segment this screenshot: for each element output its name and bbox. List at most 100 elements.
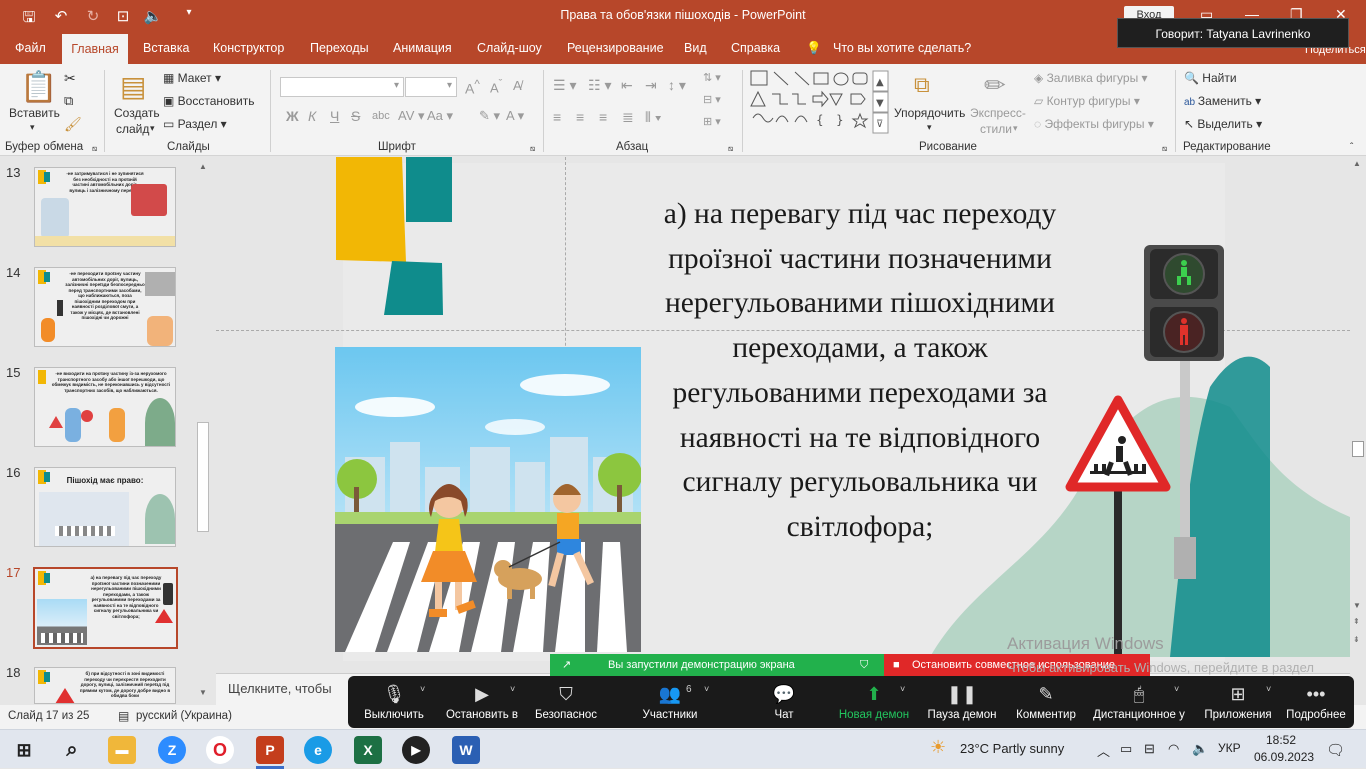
shape-outline-button[interactable]: ▱ Контур фигуры ▾ <box>1034 94 1140 108</box>
opera-icon[interactable]: O <box>206 736 234 764</box>
paragraph-launcher-icon[interactable]: ⧅ <box>728 144 733 154</box>
shapes-gallery[interactable]: { } ▲ ▼ ⊽ <box>750 70 890 134</box>
change-case-button[interactable]: Aa ▾ <box>427 108 453 124</box>
security-button[interactable]: ⛉ Безопаснос <box>530 676 602 728</box>
tab-review[interactable]: Рецензирование <box>567 41 664 55</box>
slide-thumbnail-15[interactable]: -не виходити на проїзну частину із-за не… <box>34 367 176 447</box>
remote-control-button[interactable]: 🖱 ˅ Дистанционное у <box>1090 676 1188 728</box>
shape-effects-button[interactable]: ◌ Эффекты фигуры ▾ <box>1034 117 1154 131</box>
drawing-launcher-icon[interactable]: ⧅ <box>1162 144 1167 154</box>
slide-thumbnail-18[interactable]: б) при відсутності в зоні видимості пере… <box>34 667 176 704</box>
increase-font-icon[interactable]: A^ <box>465 78 480 97</box>
font-name-combo[interactable]: ▾ <box>280 77 404 97</box>
replace-button[interactable]: ab Заменить ▾ <box>1184 94 1261 108</box>
align-text-icon[interactable]: ⊟ ▾ <box>703 93 721 106</box>
paste-icon[interactable]: 📋 <box>20 70 57 105</box>
bold-button[interactable]: Ж <box>286 108 299 124</box>
quick-styles-button[interactable]: Экспресс- <box>970 106 1026 120</box>
keyboard-language[interactable]: УКР <box>1218 741 1241 755</box>
slide-thumbnail-13[interactable]: -не затримуватися і не зупинятися без не… <box>34 167 176 247</box>
mute-button[interactable]: 🎙 ˅ Выключить <box>354 676 434 728</box>
slide-thumbnail-14[interactable]: -не переходити проїзну частину автомобіл… <box>34 267 176 347</box>
cut-icon[interactable]: ✂ <box>64 70 76 87</box>
reset-button[interactable]: ▣ Восстановить <box>163 94 255 108</box>
layout-button[interactable]: ▦ Макет ▾ <box>163 71 221 85</box>
more-button[interactable]: ••• Подробнее <box>1282 676 1350 728</box>
annotate-button[interactable]: ✎ Комментир <box>1008 676 1084 728</box>
slide-scrollbar[interactable]: ▲ ▼ ⇞ ⇟ <box>1350 157 1366 673</box>
indent-icon[interactable]: ⇥ <box>645 77 657 94</box>
chat-button[interactable]: 💬 Чат <box>754 676 814 728</box>
numbering-icon[interactable]: ☷ ▾ <box>588 77 611 94</box>
arrange-dropdown-icon[interactable]: ▾ <box>927 122 932 133</box>
tab-design[interactable]: Конструктор <box>213 41 284 55</box>
paste-dropdown-icon[interactable]: ▾ <box>30 122 35 133</box>
tab-slideshow[interactable]: Слайд-шоу <box>477 41 542 55</box>
pause-share-button[interactable]: ❚❚ Пауза демон <box>924 676 1000 728</box>
font-size-combo[interactable]: ▾ <box>405 77 457 97</box>
collapse-ribbon-icon[interactable]: ˆ <box>1350 142 1353 153</box>
char-spacing-icon[interactable]: abc <box>372 110 390 122</box>
tab-animations[interactable]: Анимация <box>393 41 452 55</box>
arrange-icon[interactable]: ⧉ <box>914 72 930 98</box>
spacing-icon[interactable]: AV ▾ <box>398 108 425 124</box>
new-slide-button[interactable]: Создать <box>114 106 160 120</box>
new-slide-icon[interactable]: ▤ <box>120 70 146 103</box>
smartart-icon[interactable]: ⊞ ▾ <box>703 115 721 128</box>
select-button[interactable]: ↖ Выделить ▾ <box>1184 117 1262 131</box>
zoom-app-icon[interactable]: Z <box>158 736 186 764</box>
clear-format-icon[interactable]: A̸ <box>513 78 522 93</box>
start-icon[interactable]: ⊞ <box>10 736 38 764</box>
clipboard-launcher-icon[interactable]: ⧅ <box>92 144 97 154</box>
tell-me-search[interactable]: Что вы хотите сделать? <box>833 41 971 55</box>
new-slide-button-2[interactable]: слайд <box>116 122 149 136</box>
tab-transitions[interactable]: Переходы <box>310 41 369 55</box>
decrease-font-icon[interactable]: Aˇ <box>490 78 502 95</box>
weather-text[interactable]: 23°C Partly sunny <box>960 741 1064 756</box>
find-button[interactable]: 🔍 Найти <box>1184 71 1237 85</box>
network-icon[interactable]: ⊟ <box>1144 741 1155 757</box>
copy-icon[interactable]: ⧉ <box>64 93 73 109</box>
quick-styles-button-2[interactable]: стили <box>980 122 1012 136</box>
shape-fill-button[interactable]: ◈ Заливка фигуры ▾ <box>1034 71 1148 85</box>
strike-button[interactable]: S <box>351 108 360 124</box>
powerpoint-icon[interactable]: P <box>256 736 284 764</box>
line-spacing-icon[interactable]: ↕ ▾ <box>668 77 686 94</box>
word-icon[interactable]: W <box>452 736 480 764</box>
align-left-icon[interactable]: ≡ <box>553 109 561 125</box>
language-status[interactable]: русский (Украина) <box>136 710 232 722</box>
slide-thumbnail-17[interactable]: а) на перевагу під час переходу проїзної… <box>33 567 178 649</box>
notifications-icon[interactable]: 🗨 <box>1326 741 1345 759</box>
format-painter-icon[interactable]: 🖌 <box>64 116 82 133</box>
underline-button[interactable]: Ч <box>330 108 339 124</box>
align-center-icon[interactable]: ≡ <box>576 109 584 125</box>
justify-icon[interactable]: ≣ <box>622 109 634 126</box>
tray-chevron-icon[interactable]: ︿ <box>1097 741 1110 760</box>
thumbnails-scrollbar[interactable]: ▲ ▼ <box>196 160 210 700</box>
media-player-icon[interactable]: ▶ <box>402 736 430 764</box>
quick-styles-icon[interactable]: ✏ <box>984 70 1006 101</box>
clock-date[interactable]: 06.09.2023 <box>1254 750 1314 764</box>
tab-view[interactable]: Вид <box>684 41 707 55</box>
tab-file[interactable]: Файл <box>15 41 46 55</box>
excel-icon[interactable]: X <box>354 736 382 764</box>
wifi-icon[interactable]: ◠ <box>1168 741 1179 757</box>
participants-button[interactable]: 👥 6 ˅ Участники <box>628 676 712 728</box>
apps-button[interactable]: ⊞ ˅ Приложения <box>1200 676 1276 728</box>
tab-help[interactable]: Справка <box>731 41 780 55</box>
highlight-icon[interactable]: ✎ ▾ <box>479 108 500 124</box>
paste-button[interactable]: Вставить <box>9 106 60 120</box>
new-share-button[interactable]: ⬆ ˅ Новая демон <box>834 676 914 728</box>
slide-thumbnail-16[interactable]: Пішохід має право: <box>34 467 176 547</box>
italic-button[interactable]: К <box>308 108 316 124</box>
new-slide-dropdown-icon[interactable]: ▾ <box>150 123 155 134</box>
quick-styles-dropdown-icon[interactable]: ▾ <box>1013 123 1018 134</box>
font-launcher-icon[interactable]: ⧅ <box>530 144 535 154</box>
stop-video-button[interactable]: ▶︎ ˅ Остановить в <box>440 676 524 728</box>
spelling-icon[interactable]: ▤ <box>118 709 129 723</box>
battery-icon[interactable]: ▭ <box>1120 741 1132 757</box>
outdent-icon[interactable]: ⇤ <box>621 77 633 94</box>
file-explorer-icon[interactable]: ▬ <box>108 736 136 764</box>
font-color-button[interactable]: A ▾ <box>506 108 524 124</box>
volume-icon[interactable]: 🔈 <box>1192 741 1208 757</box>
